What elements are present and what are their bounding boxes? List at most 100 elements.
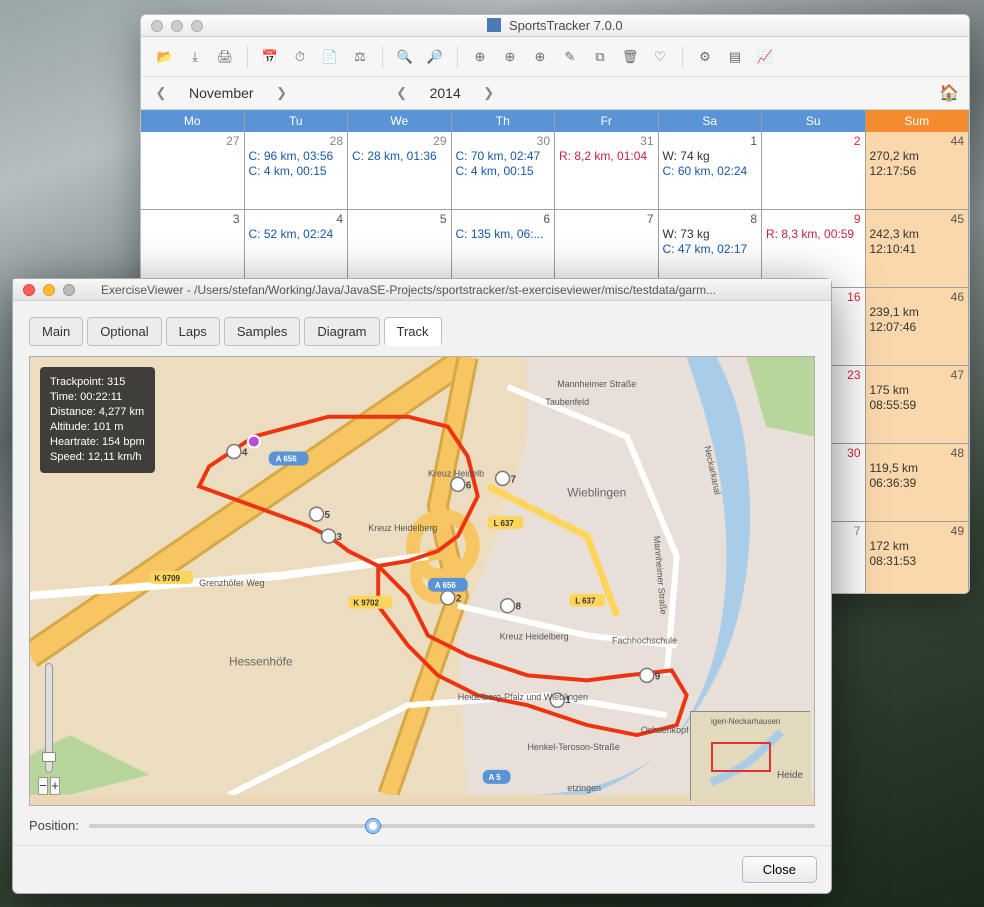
calendar-entry[interactable]: 242,3 km <box>870 227 965 242</box>
zoom-slider-handle[interactable] <box>42 752 56 762</box>
chart-icon[interactable]: 📈 <box>753 45 777 69</box>
zoom-out-button[interactable]: − <box>38 777 48 795</box>
week-summary-cell: 47175 km08:55:59 <box>866 366 970 444</box>
calendar-cell[interactable]: 1W: 74 kgC: 60 km, 02:24 <box>659 132 763 210</box>
calendar-entry[interactable]: 06:36:39 <box>870 476 965 491</box>
delete-icon[interactable]: 🗑 <box>618 45 642 69</box>
add-note-icon[interactable]: ⊕ <box>498 45 522 69</box>
calendar-cell[interactable]: 27 <box>141 132 245 210</box>
calendar-entry[interactable]: C: 135 km, 06:... <box>456 227 551 242</box>
calendar-entry[interactable]: C: 52 km, 02:24 <box>249 227 344 242</box>
gear-icon[interactable]: ⚙ <box>693 45 717 69</box>
svg-text:Heide: Heide <box>777 770 804 781</box>
calendar-entry[interactable]: 119,5 km <box>870 461 965 476</box>
svg-text:Ochsenkopf: Ochsenkopf <box>641 725 689 735</box>
calendar-entry[interactable]: 239,1 km <box>870 305 965 320</box>
prev-year-button[interactable]: ❮ <box>392 85 412 101</box>
add-exercise-icon[interactable]: ⊕ <box>468 45 492 69</box>
save-icon[interactable]: ⤓ <box>183 45 207 69</box>
calendar-entry[interactable]: C: 47 km, 02:17 <box>663 242 758 257</box>
calendar-entry[interactable]: 175 km <box>870 383 965 398</box>
calendar-entry[interactable]: W: 73 kg <box>663 227 758 242</box>
calendar-cell[interactable]: 8W: 73 kgC: 47 km, 02:17 <box>659 210 763 288</box>
main-title: SportsTracker 7.0.0 <box>141 18 969 33</box>
tab-laps[interactable]: Laps <box>166 317 220 346</box>
zoom-in-icon[interactable]: 🔎 <box>423 45 447 69</box>
next-year-button[interactable]: ❯ <box>479 85 499 101</box>
calendar-cell[interactable]: 29C: 28 km, 01:36 <box>348 132 452 210</box>
print-icon[interactable]: 🖨 <box>213 45 237 69</box>
next-month-button[interactable]: ❯ <box>272 85 292 101</box>
copy-icon[interactable]: ⧉ <box>588 45 612 69</box>
calendar-entry[interactable]: R: 8,2 km, 01:04 <box>559 149 654 164</box>
tab-samples[interactable]: Samples <box>224 317 301 346</box>
calendar-entry[interactable]: 08:31:53 <box>870 554 965 569</box>
calendar-cell[interactable]: 28C: 96 km, 03:56C: 4 km, 00:15 <box>245 132 349 210</box>
calendar-cell[interactable]: 3 <box>141 210 245 288</box>
position-slider[interactable] <box>89 824 815 828</box>
calendar-entry[interactable]: C: 96 km, 03:56 <box>249 149 344 164</box>
weight-icon[interactable]: ⚖ <box>348 45 372 69</box>
add-weight-icon[interactable]: ⊕ <box>528 45 552 69</box>
calendar-entry[interactable]: W: 74 kg <box>663 149 758 164</box>
calendar-entry[interactable]: C: 4 km, 00:15 <box>456 164 551 179</box>
week-summary-cell: 49172 km08:31:53 <box>866 522 970 594</box>
tab-diagram[interactable]: Diagram <box>304 317 379 346</box>
edit-icon[interactable]: ✎ <box>558 45 582 69</box>
calendar-entry[interactable]: C: 70 km, 02:47 <box>456 149 551 164</box>
calendar-cell[interactable]: 5 <box>348 210 452 288</box>
stats-icon[interactable]: ▤ <box>723 45 747 69</box>
note-icon[interactable]: 📄 <box>318 45 342 69</box>
tab-main[interactable]: Main <box>29 317 83 346</box>
tab-track[interactable]: Track <box>384 317 442 346</box>
calendar-entry[interactable]: 08:55:59 <box>870 398 965 413</box>
calendar-cell[interactable]: 31R: 8,2 km, 01:04 <box>555 132 659 210</box>
day-header: We <box>348 110 452 132</box>
calendar-cell[interactable]: 4C: 52 km, 02:24 <box>245 210 349 288</box>
calendar-cell[interactable]: 2 <box>762 132 866 210</box>
svg-text:Kreuz Heidelb: Kreuz Heidelb <box>428 468 484 478</box>
track-map[interactable]: 1 2 3 4 5 6 7 8 9 A 656 A 656 A 5 L 637 … <box>29 356 815 806</box>
calendar-entry[interactable]: C: 28 km, 01:36 <box>352 149 447 164</box>
minimap-viewport[interactable] <box>711 742 771 772</box>
calendar-entry[interactable]: 12:17:56 <box>870 164 965 179</box>
svg-text:2: 2 <box>456 594 462 605</box>
svg-text:5: 5 <box>324 510 330 521</box>
prev-month-button[interactable]: ❮ <box>151 85 171 101</box>
calendar-icon[interactable]: 📅 <box>258 45 282 69</box>
day-number: 16 <box>847 290 860 304</box>
home-icon[interactable]: 🏠 <box>939 83 959 103</box>
year-label: 2014 <box>418 85 473 101</box>
position-slider-row: Position: <box>13 812 831 845</box>
calendar-entry[interactable]: C: 60 km, 02:24 <box>663 164 758 179</box>
calendar-entry[interactable]: 12:10:41 <box>870 242 965 257</box>
stopwatch-icon[interactable]: ⏱ <box>288 45 312 69</box>
zoom-out-icon[interactable]: 🔍 <box>393 45 417 69</box>
svg-text:Wieblingen: Wieblingen <box>567 485 626 499</box>
calendar-entry[interactable]: 270,2 km <box>870 149 965 164</box>
svg-text:L 637: L 637 <box>575 597 596 606</box>
calendar-cell[interactable]: 6C: 135 km, 06:... <box>452 210 556 288</box>
calendar-cell[interactable]: 30C: 70 km, 02:47C: 4 km, 00:15 <box>452 132 556 210</box>
day-header: Tu <box>245 110 349 132</box>
zoom-in-button[interactable]: + <box>50 777 60 795</box>
calendar-cell[interactable]: 7 <box>555 210 659 288</box>
tab-optional[interactable]: Optional <box>87 317 161 346</box>
day-number: 30 <box>847 446 860 460</box>
minimap[interactable]: igen-Neckarhausen Heide <box>690 711 810 801</box>
tabs: MainOptionalLapsSamplesDiagramTrack <box>13 301 831 346</box>
calendar-entry[interactable]: C: 4 km, 00:15 <box>249 164 344 179</box>
svg-text:Taubenfeld: Taubenfeld <box>545 397 589 407</box>
calendar-entry[interactable]: 172 km <box>870 539 965 554</box>
close-button[interactable]: Close <box>742 856 817 883</box>
calendar-entry[interactable]: R: 8,3 km, 00:59 <box>766 227 861 242</box>
open-icon[interactable]: 📂 <box>153 45 177 69</box>
calendar-cell[interactable]: 9R: 8,3 km, 00:59 <box>762 210 866 288</box>
position-slider-handle[interactable] <box>365 818 381 834</box>
viewer-footer: Close <box>13 845 831 893</box>
heart-icon[interactable]: ♡ <box>648 45 672 69</box>
calendar-entry[interactable]: 12:07:46 <box>870 320 965 335</box>
zoom-slider[interactable] <box>45 663 53 773</box>
week-summary-cell: 45242,3 km12:10:41 <box>866 210 970 288</box>
zoom-control: − + <box>38 663 60 795</box>
